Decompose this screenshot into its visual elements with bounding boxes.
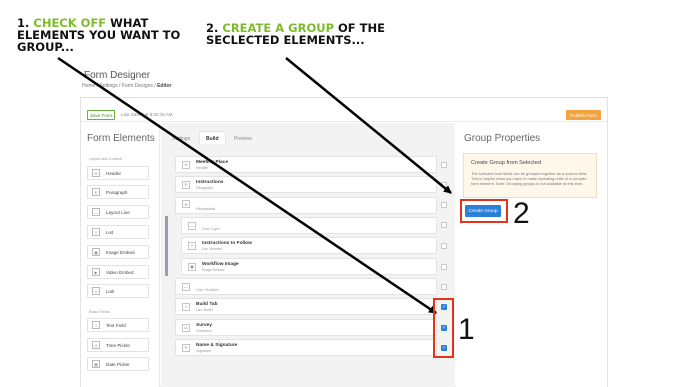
create-group-highlight-box bbox=[460, 199, 508, 223]
arrow-to-create-group bbox=[285, 57, 452, 194]
step2-line2: SECLECTED ELEMENTS... bbox=[206, 33, 365, 47]
step-number-1: 1 bbox=[458, 313, 475, 346]
step-number-2: 2 bbox=[513, 197, 530, 230]
arrow-to-checkboxes bbox=[57, 56, 437, 315]
annotation-arrows bbox=[57, 56, 452, 315]
checkbox-highlight-box bbox=[433, 298, 454, 358]
step1-callout: 1. CHECK OFF WHAT ELEMENTS YOU WANT TO G… bbox=[17, 17, 180, 53]
step2-callout: 2. CREATE A GROUP OF THE SECLECTED ELEME… bbox=[206, 22, 385, 46]
step1-line3: GROUP... bbox=[17, 40, 74, 54]
